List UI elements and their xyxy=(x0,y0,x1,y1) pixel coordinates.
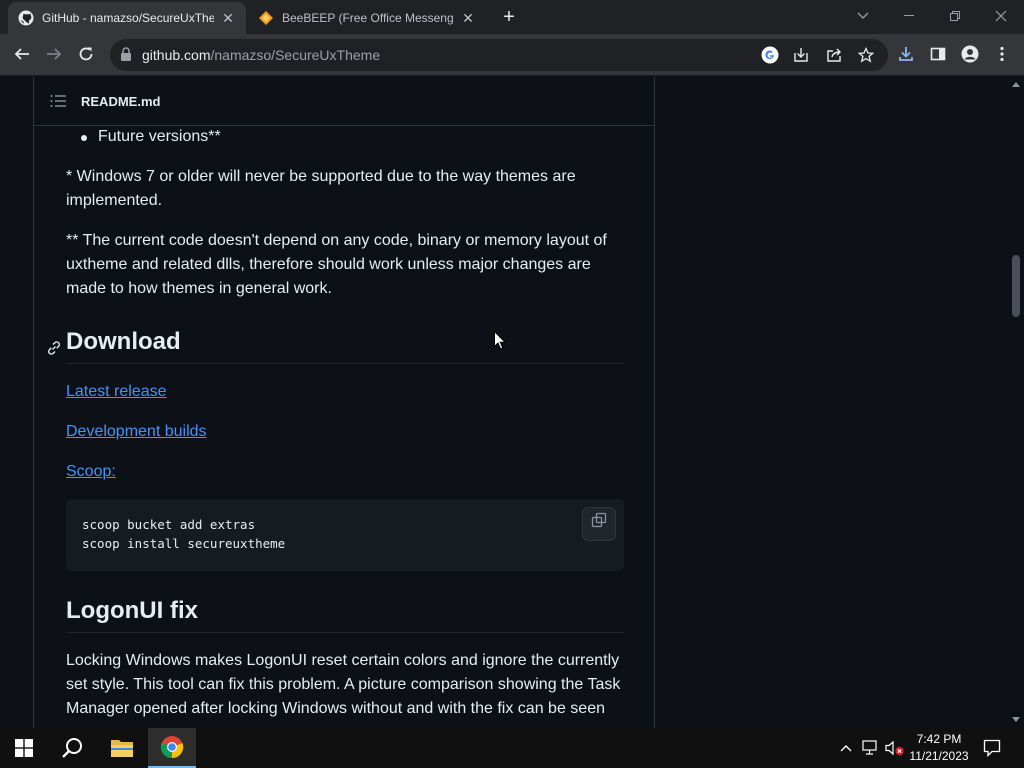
tab-title: GitHub - namazso/SecureUxTheme xyxy=(42,11,214,25)
tab-title: BeeBEEP (Free Office Messenger) xyxy=(282,11,454,25)
browser-toolbar: github.com/namazso/SecureUxTheme xyxy=(0,34,1024,76)
latest-release-link[interactable]: Latest release xyxy=(66,383,167,400)
copy-icon xyxy=(591,512,607,536)
logonui-paragraph: Locking Windows makes LogonUI reset cert… xyxy=(66,652,621,717)
development-builds-paragraph: Development builds xyxy=(66,420,624,444)
list-item: Future versions** xyxy=(81,125,221,149)
address-bar[interactable]: github.com/namazso/SecureUxTheme xyxy=(110,39,888,71)
note-current-code: ** The current code doesn't depend on an… xyxy=(66,232,607,297)
clock-date: 11/21/2023 xyxy=(909,749,969,763)
new-tab-button[interactable]: + xyxy=(498,6,520,28)
scoop-paragraph: Scoop: xyxy=(66,460,624,484)
download-heading: Download xyxy=(48,327,624,364)
profile-icon[interactable] xyxy=(955,39,985,69)
network-icon[interactable] xyxy=(861,738,881,758)
mouse-cursor-icon xyxy=(494,330,507,355)
beebeep-icon xyxy=(258,10,274,26)
link-anchor-icon[interactable] xyxy=(46,334,62,364)
outline-list-icon[interactable] xyxy=(50,94,66,113)
tray-chevron-up-icon[interactable] xyxy=(836,738,856,758)
tab-beebeep[interactable]: BeeBEEP (Free Office Messenger) ✕ xyxy=(248,2,486,34)
latest-release-paragraph: Latest release xyxy=(66,380,624,404)
forward-arrow-icon[interactable] xyxy=(39,39,69,69)
download-heading-text: Download xyxy=(66,328,181,355)
taskbar-clock[interactable]: 7:42 PM 11/21/2023 xyxy=(902,731,976,765)
minimize-icon[interactable] xyxy=(886,0,932,32)
scoop-link[interactable]: Scoop: xyxy=(66,463,116,480)
windows-taskbar: 7:42 PM 11/21/2023 xyxy=(0,728,1024,768)
reload-icon[interactable] xyxy=(71,39,101,69)
install-app-icon[interactable] xyxy=(791,45,811,65)
google-icon[interactable] xyxy=(760,45,780,65)
clock-time: 7:42 PM xyxy=(916,732,962,746)
bookmark-star-icon[interactable] xyxy=(856,45,876,65)
lock-icon[interactable] xyxy=(120,47,134,63)
restore-icon[interactable] xyxy=(932,0,978,32)
readme-header: README.md xyxy=(34,77,654,126)
page-scrollbar[interactable] xyxy=(1008,77,1024,728)
window-close-icon[interactable] xyxy=(978,0,1024,32)
scroll-up-arrow-icon[interactable] xyxy=(1012,82,1020,87)
back-arrow-icon[interactable] xyxy=(7,39,37,69)
github-icon xyxy=(18,10,34,26)
code-text[interactable]: scoop bucket add extras scoop install se… xyxy=(82,515,285,553)
menu-kebab-icon[interactable] xyxy=(987,39,1017,69)
readme-filename: README.md xyxy=(81,94,161,109)
code-block[interactable]: scoop bucket add extras scoop install se… xyxy=(66,499,624,571)
code-line: scoop install secureuxtheme xyxy=(82,536,286,551)
file-explorer-icon[interactable] xyxy=(98,728,146,768)
url-text[interactable]: github.com/namazso/SecureUxTheme xyxy=(142,47,380,63)
logonui-heading-text: LogonUI fix xyxy=(66,597,198,624)
url-host: github.com xyxy=(142,47,211,63)
tab-github[interactable]: GitHub - namazso/SecureUxTheme ✕ xyxy=(8,2,246,34)
tab-search-chevron-icon[interactable] xyxy=(840,0,886,32)
logonui-heading: LogonUI fix xyxy=(66,596,624,633)
share-icon[interactable] xyxy=(824,45,844,65)
scroll-thumb[interactable] xyxy=(1012,255,1020,317)
readme-panel: README.md Future versions** * Windows 7 … xyxy=(33,77,655,728)
tab-strip: GitHub - namazso/SecureUxTheme ✕ BeeBEEP… xyxy=(0,0,1024,34)
downloads-icon[interactable] xyxy=(891,39,921,69)
search-icon[interactable] xyxy=(48,728,96,768)
chrome-taskbar-icon[interactable] xyxy=(148,728,196,768)
side-panel-icon[interactable] xyxy=(923,39,953,69)
tab-close-icon[interactable]: ✕ xyxy=(460,10,476,26)
page-content: README.md Future versions** * Windows 7 … xyxy=(0,77,1008,728)
note-windows7: * Windows 7 or older will never be suppo… xyxy=(66,168,576,209)
start-windows-icon[interactable] xyxy=(0,728,48,768)
scroll-down-arrow-icon[interactable] xyxy=(1012,717,1020,722)
notifications-icon[interactable] xyxy=(982,738,1002,758)
url-path: /namazso/SecureUxTheme xyxy=(210,47,381,63)
tab-close-icon[interactable]: ✕ xyxy=(220,10,236,26)
development-builds-link[interactable]: Development builds xyxy=(66,423,207,440)
code-line: scoop bucket add extras xyxy=(82,517,256,532)
copy-button[interactable] xyxy=(582,507,616,541)
